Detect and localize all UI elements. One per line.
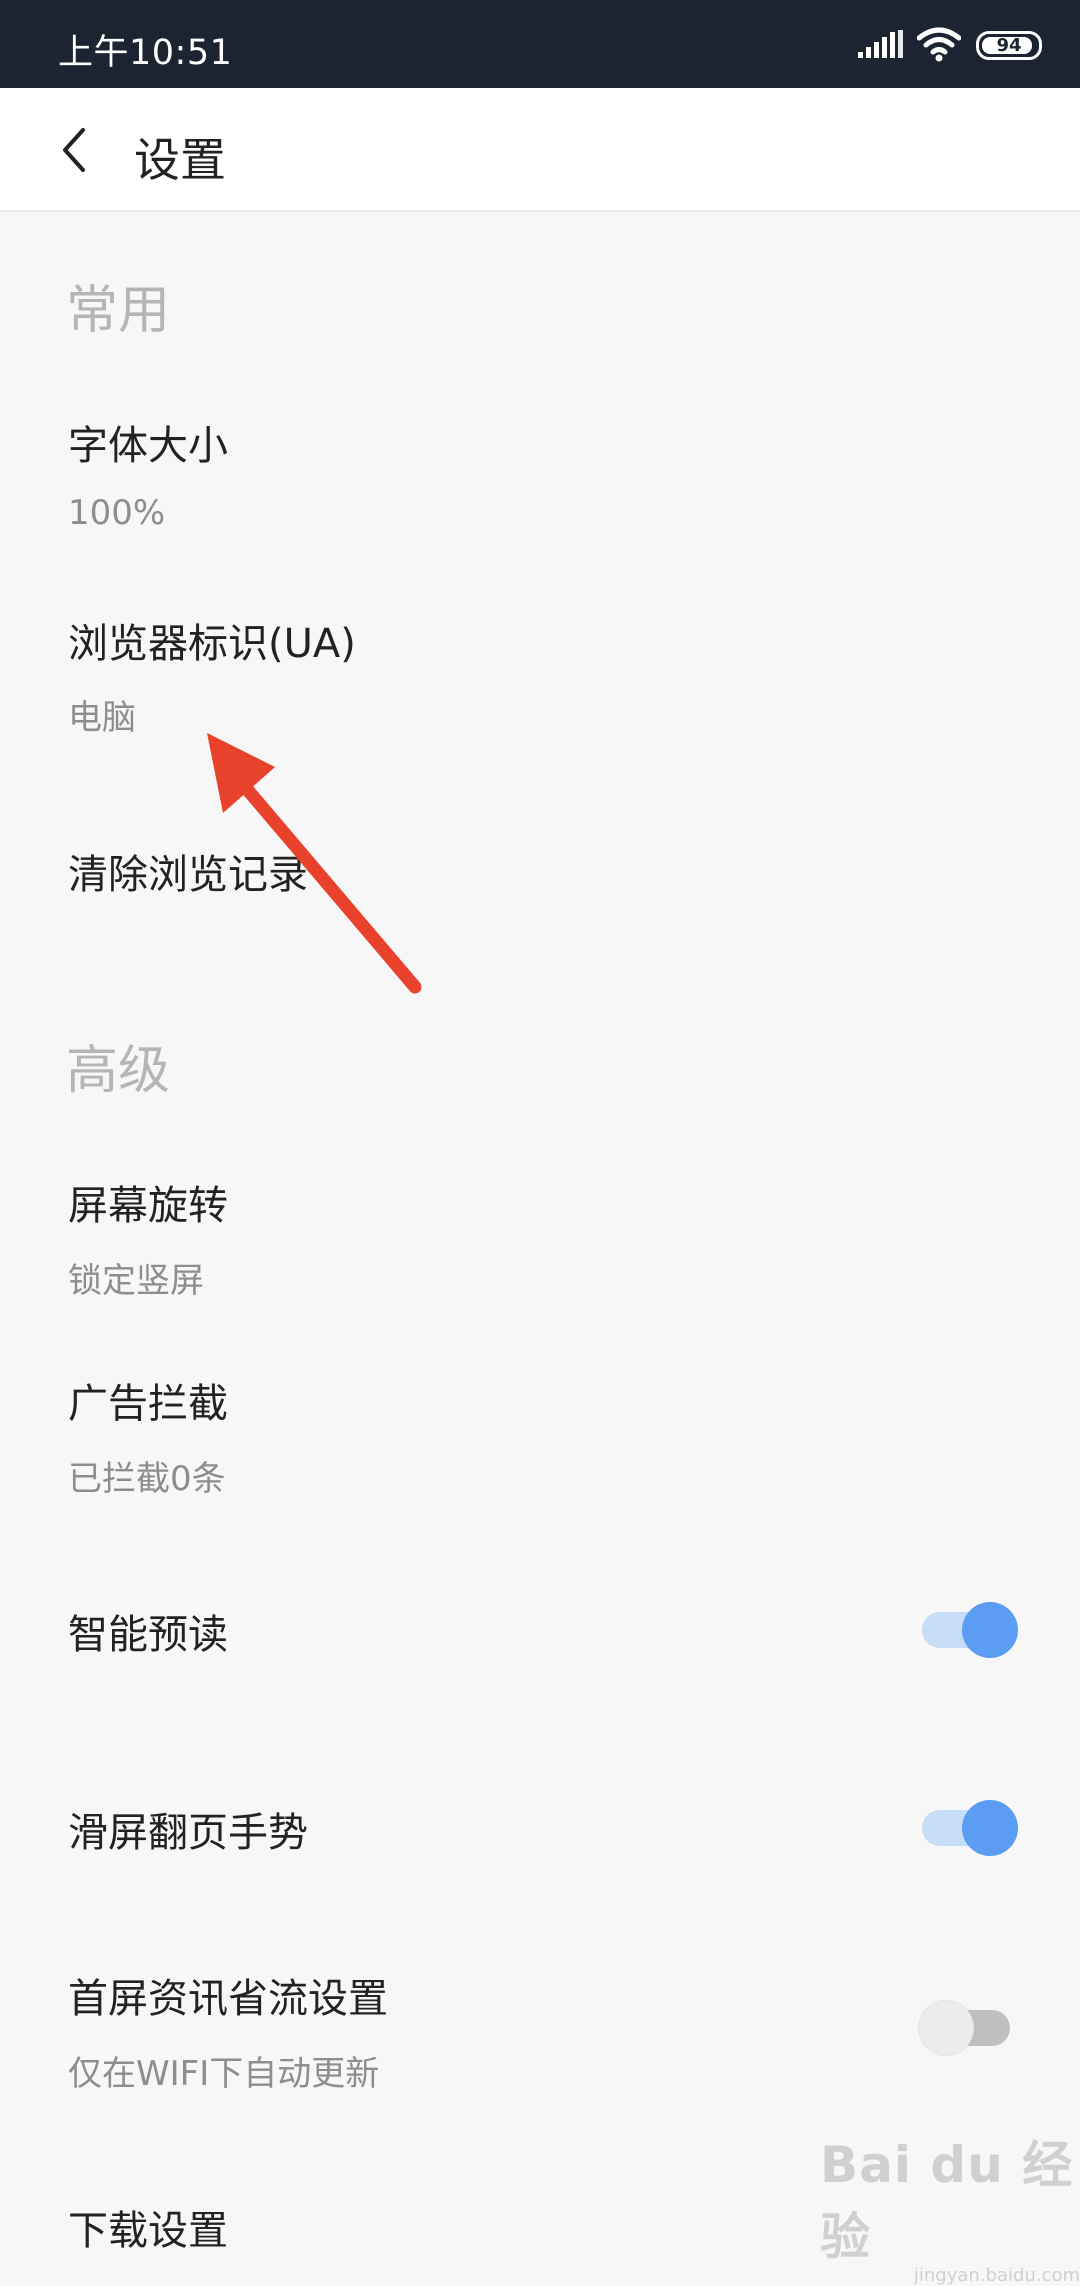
setting-font-size[interactable]: 字体大小 100% — [0, 395, 1080, 560]
watermark-main: Bai du 经验 — [820, 2136, 1074, 2266]
setting-rotation[interactable]: 屏幕旋转 锁定竖屏 — [0, 1155, 1080, 1320]
section-title-advanced: 高级 — [66, 1041, 171, 1101]
setting-data-saving-title: 首屏资讯省流设置 — [68, 1976, 388, 2022]
setting-ad-block-value: 已拦截0条 — [68, 1459, 226, 1499]
setting-ua-value: 电脑 — [68, 698, 136, 738]
setting-font-size-value: 100% — [68, 493, 166, 533]
smart-preread-toggle[interactable] — [918, 1602, 1018, 1658]
setting-swipe-gesture[interactable]: 滑屏翻页手势 — [0, 1770, 1080, 1890]
setting-ad-block[interactable]: 广告拦截 已拦截0条 — [0, 1353, 1080, 1518]
page-title: 设置 — [134, 133, 226, 187]
setting-rotation-value: 锁定竖屏 — [68, 1261, 204, 1301]
setting-download-title: 下载设置 — [68, 2208, 228, 2254]
battery-level: 94 — [996, 35, 1022, 56]
battery-icon: 94 — [976, 31, 1042, 60]
wifi-icon — [916, 26, 962, 66]
data-saving-toggle[interactable] — [918, 2000, 1018, 2056]
status-time: 上午10:51 — [58, 33, 233, 73]
setting-ua[interactable]: 浏览器标识(UA) 电脑 — [0, 593, 1080, 758]
setting-smart-preread[interactable]: 智能预读 — [0, 1570, 1080, 1690]
watermark-logo: Bai du 经验 jingyan.baidu.com — [820, 2125, 1080, 2286]
chevron-left-icon[interactable] — [55, 124, 95, 176]
setting-smart-preread-title: 智能预读 — [68, 1612, 228, 1658]
signal-icon — [858, 30, 904, 64]
setting-data-saving[interactable]: 首屏资讯省流设置 仅在WIFI下自动更新 — [0, 1948, 1080, 2113]
setting-swipe-gesture-title: 滑屏翻页手势 — [68, 1810, 308, 1856]
setting-data-saving-value: 仅在WIFI下自动更新 — [68, 2054, 380, 2094]
setting-ad-block-title: 广告拦截 — [68, 1381, 228, 1427]
setting-ua-title: 浏览器标识(UA) — [68, 621, 356, 667]
section-title-common: 常用 — [66, 281, 171, 341]
setting-font-size-title: 字体大小 — [68, 423, 228, 469]
annotation-arrow — [195, 725, 425, 999]
swipe-gesture-toggle[interactable] — [918, 1800, 1018, 1856]
top-bar: 设置 — [0, 88, 1080, 212]
status-bar: 上午10:51 94 — [0, 0, 1080, 88]
setting-rotation-title: 屏幕旋转 — [68, 1183, 228, 1229]
setting-clear-history[interactable]: 清除浏览记录 — [0, 820, 1080, 930]
